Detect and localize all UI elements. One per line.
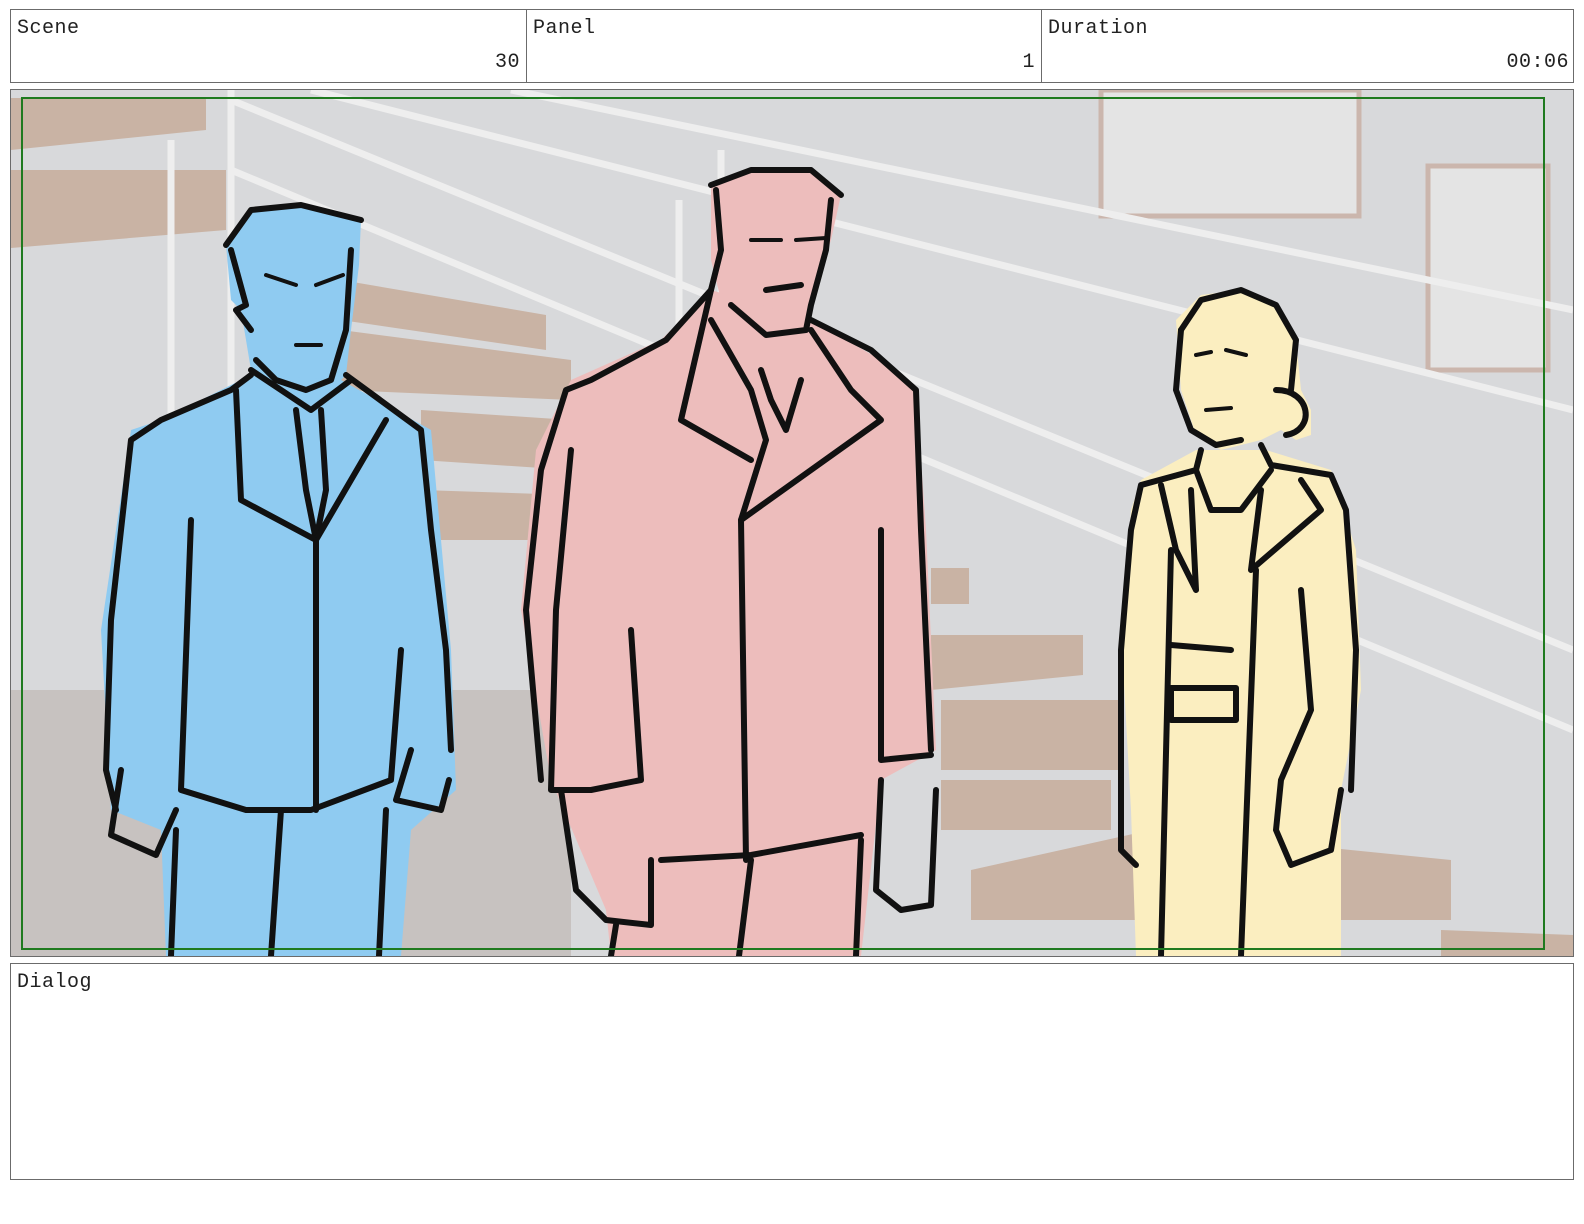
duration-field: Duration 00:06 bbox=[1041, 10, 1575, 82]
duration-label: Duration bbox=[1048, 17, 1149, 40]
scene-field: Scene 30 bbox=[11, 10, 526, 82]
duration-value[interactable]: 00:06 bbox=[1506, 51, 1569, 74]
dialog-label: Dialog bbox=[17, 971, 93, 994]
scene-value[interactable]: 30 bbox=[495, 51, 520, 74]
storyboard-drawing bbox=[11, 90, 1573, 956]
panel-label: Panel bbox=[533, 17, 596, 40]
scene-label: Scene bbox=[17, 17, 80, 40]
panel-header: Scene 30 Panel 1 Duration 00:06 bbox=[10, 9, 1574, 83]
dialog-field[interactable]: Dialog bbox=[10, 963, 1574, 1180]
dialog-text[interactable] bbox=[17, 1004, 1567, 1171]
panel-value[interactable]: 1 bbox=[1022, 51, 1035, 74]
storyboard-frame[interactable] bbox=[10, 89, 1574, 957]
panel-field: Panel 1 bbox=[526, 10, 1041, 82]
